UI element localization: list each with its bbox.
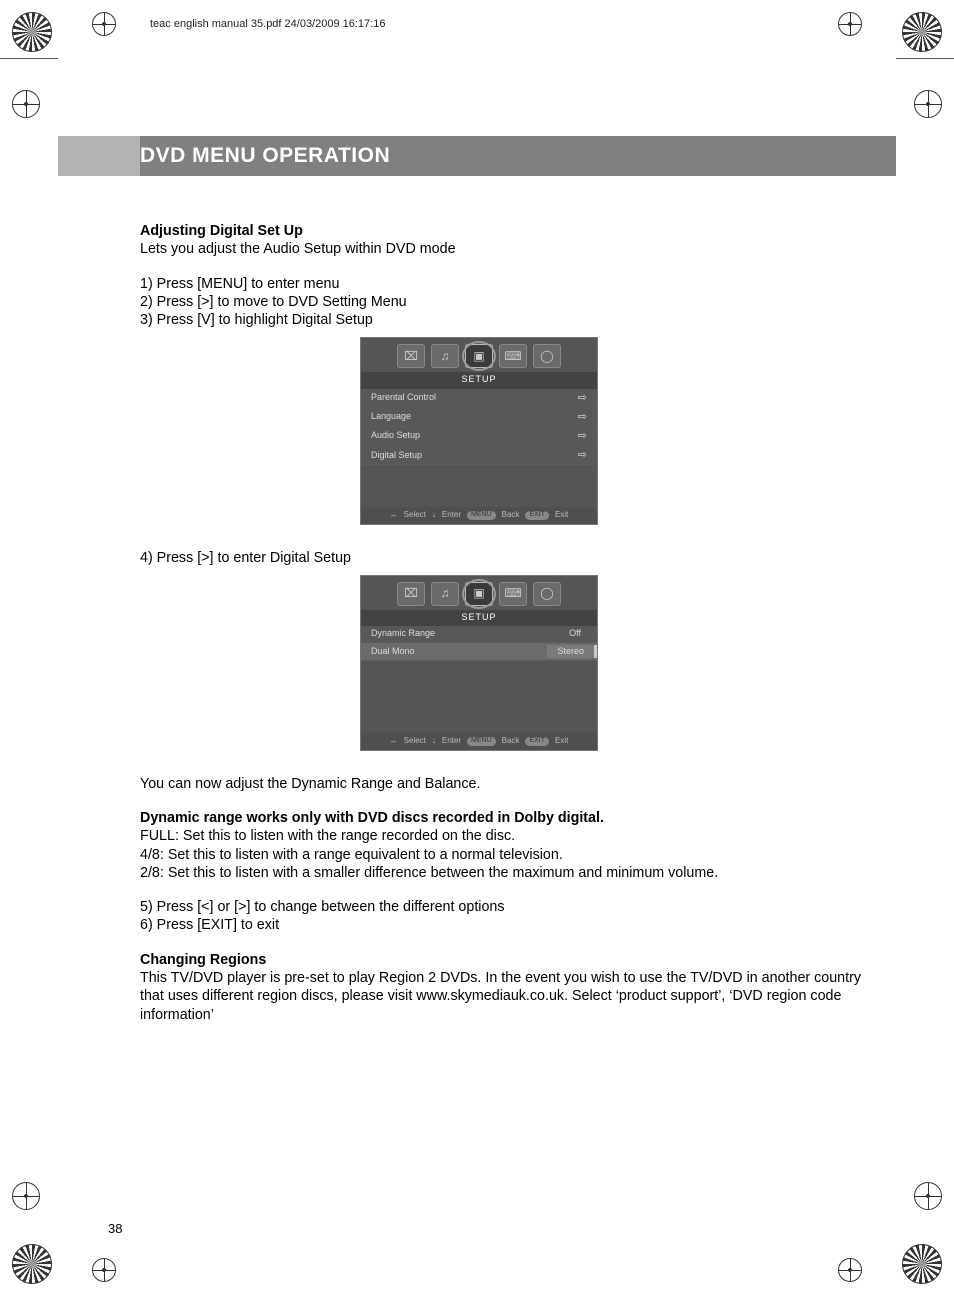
registration-target-icon <box>838 12 862 36</box>
registration-fan-icon <box>12 1244 52 1284</box>
osd-tab-selected-icon: ▣ <box>465 582 493 606</box>
osd-hint-label: Enter <box>442 510 461 520</box>
paragraph: Lets you adjust the Audio Setup within D… <box>140 240 876 258</box>
exit-pill-icon: EXIT <box>525 737 549 746</box>
osd-row: Digital Setup ⇨ <box>361 446 597 465</box>
osd-tabs: ⌧ ♫ ▣ ⌨ ◯ <box>361 338 597 372</box>
osd-row: Language ⇨ <box>361 408 597 427</box>
step: 5) Press [<] or [>] to change between th… <box>140 898 876 916</box>
section-title: DVD MENU OPERATION <box>140 144 390 168</box>
menu-pill-icon: MENU <box>467 737 496 746</box>
osd-hint-label: Exit <box>555 736 568 746</box>
osd-tab-icon: ♫ <box>431 582 459 606</box>
osd-tab-icon: ⌨ <box>499 582 527 606</box>
arrow-right-icon: ⇨ <box>578 410 587 424</box>
osd-tab-icon: ♫ <box>431 344 459 368</box>
arrow-right-icon: ⇨ <box>578 429 587 443</box>
osd-hint-label: Exit <box>555 510 568 520</box>
osd-tab-icon: ⌧ <box>397 344 425 368</box>
arrow-right-icon: ⇨ <box>578 448 587 462</box>
registration-fan-icon <box>12 12 52 52</box>
osd-screenshot-digital-setup: ⌧ ♫ ▣ ⌨ ◯ SETUP Dynamic Range Off Dual Mo… <box>360 575 598 751</box>
osd-row-value: Stereo <box>547 645 597 659</box>
osd-row-label: Digital Setup <box>371 450 422 462</box>
osd-tab-icon: ◯ <box>533 344 561 368</box>
registration-target-icon <box>12 90 40 118</box>
osd-row-label: Audio Setup <box>371 430 420 442</box>
osd-row-label: Parental Control <box>371 392 436 404</box>
crop-mark <box>0 58 58 59</box>
paragraph: You can now adjust the Dynamic Range and… <box>140 775 876 793</box>
paragraph: 4/8: Set this to listen with a range equ… <box>140 846 876 864</box>
osd-tabs: ⌧ ♫ ▣ ⌨ ◯ <box>361 576 597 610</box>
heading-adjusting: Adjusting Digital Set Up <box>140 222 876 240</box>
heading-dynamic-range: Dynamic range works only with DVD discs … <box>140 809 876 827</box>
osd-row: Audio Setup ⇨ <box>361 427 597 446</box>
osd-tab-icon: ⌧ <box>397 582 425 606</box>
body-text: Adjusting Digital Set Up Lets you adjust… <box>58 222 896 1024</box>
registration-target-icon <box>12 1182 40 1210</box>
osd-row-selected: Dual Mono Stereo <box>361 643 597 662</box>
osd-title: SETUP <box>361 610 597 627</box>
crop-mark <box>896 58 954 59</box>
page-number: 38 <box>108 1221 122 1236</box>
step: 4) Press [>] to enter Digital Setup <box>140 549 876 567</box>
down-arrow-icon: ↓ <box>432 736 436 746</box>
osd-hint-label: Select <box>404 510 426 520</box>
osd-screenshot-setup-list: ⌧ ♫ ▣ ⌨ ◯ SETUP Parental Control ⇨ Langua… <box>360 337 598 524</box>
exit-pill-icon: EXIT <box>525 511 549 520</box>
registration-target-icon <box>914 1182 942 1210</box>
paragraph: 2/8: Set this to listen with a smaller d… <box>140 864 876 882</box>
lr-arrows-icon: ↔ <box>390 736 398 746</box>
lr-arrows-icon: ↔ <box>390 510 398 520</box>
osd-row-label: Dual Mono <box>371 646 415 658</box>
osd-tab-icon: ⌨ <box>499 344 527 368</box>
osd-hint-bar: ↔ Select ↓ Enter MENU Back EXIT Exit <box>361 507 597 523</box>
heading-changing-regions: Changing Regions <box>140 951 876 969</box>
step: 3) Press [V] to highlight Digital Setup <box>140 311 876 329</box>
registration-target-icon <box>92 1258 116 1282</box>
arrow-right-icon: ⇨ <box>578 391 587 405</box>
osd-hint-label: Back <box>502 510 520 520</box>
osd-hint-label: Enter <box>442 736 461 746</box>
step: 1) Press [MENU] to enter menu <box>140 275 876 293</box>
page: teac english manual 35.pdf 24/03/2009 16… <box>0 0 954 1296</box>
step: 2) Press [>] to move to DVD Setting Menu <box>140 293 876 311</box>
osd-tab-icon: ◯ <box>533 582 561 606</box>
content-area: DVD MENU OPERATION Adjusting Digital Set… <box>58 136 896 1238</box>
print-slug: teac english manual 35.pdf 24/03/2009 16… <box>150 18 385 30</box>
registration-target-icon <box>92 12 116 36</box>
osd-row: Parental Control ⇨ <box>361 389 597 408</box>
paragraph: FULL: Set this to listen with the range … <box>140 827 876 845</box>
osd-row-label: Language <box>371 411 411 423</box>
registration-target-icon <box>914 90 942 118</box>
menu-pill-icon: MENU <box>467 511 496 520</box>
osd-title: SETUP <box>361 372 597 389</box>
down-arrow-icon: ↓ <box>432 510 436 520</box>
osd-row-label: Dynamic Range <box>371 628 435 640</box>
registration-target-icon <box>838 1258 862 1282</box>
registration-fan-icon <box>902 12 942 52</box>
section-header: DVD MENU OPERATION <box>58 136 896 176</box>
osd-row: Dynamic Range Off <box>361 626 597 643</box>
osd-row-value: Off <box>563 628 587 640</box>
step: 6) Press [EXIT] to exit <box>140 916 876 934</box>
osd-hint-bar: ↔ Select ↓ Enter MENU Back EXIT Exit <box>361 733 597 749</box>
registration-fan-icon <box>902 1244 942 1284</box>
osd-hint-label: Select <box>404 736 426 746</box>
osd-hint-label: Back <box>502 736 520 746</box>
paragraph: This TV/DVD player is pre-set to play Re… <box>140 969 876 1024</box>
osd-tab-selected-icon: ▣ <box>465 344 493 368</box>
